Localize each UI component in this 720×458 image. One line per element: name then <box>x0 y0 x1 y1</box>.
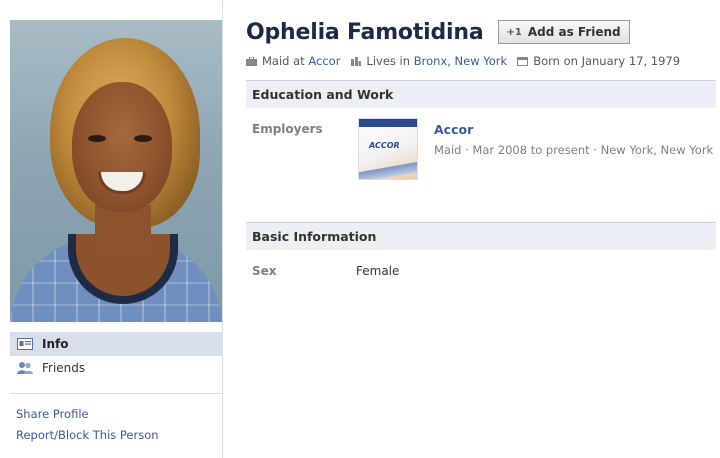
work-place-link[interactable]: Accor <box>308 54 340 68</box>
add-friend-label: Add as Friend <box>527 25 621 39</box>
employers-label: Employers <box>252 122 323 136</box>
employer-detail: Maid · Mar 2008 to present · New York, N… <box>434 143 714 157</box>
logo-band <box>359 119 417 127</box>
nav-item-label: Friends <box>42 361 86 375</box>
house-icon <box>351 56 362 66</box>
basic-info-header: Basic Information <box>246 222 716 250</box>
sex-label: Sex <box>252 264 277 278</box>
sex-row: Sex Female <box>246 250 716 284</box>
profile-photo[interactable] <box>10 20 222 322</box>
work-info: Maid at Accor <box>246 54 340 68</box>
profile-meta: Maid at Accor Lives in Bronx, New York B… <box>246 52 716 70</box>
briefcase-icon <box>246 56 257 66</box>
nav-item-friends[interactable]: Friends <box>10 356 222 380</box>
work-prefix: Maid at <box>262 54 305 68</box>
profile-name: Ophelia Famotidina <box>246 19 484 45</box>
employer-name-link[interactable]: Accor <box>434 122 473 137</box>
lives-city-link[interactable]: Bronx <box>414 54 448 68</box>
accor-logo[interactable]: ACCOR <box>358 118 418 180</box>
report-block-link[interactable]: Report/Block This Person <box>10 425 222 446</box>
lives-state-link[interactable]: New York <box>455 54 508 68</box>
share-profile-link[interactable]: Share Profile <box>10 404 222 425</box>
nav-item-label: Info <box>42 337 69 351</box>
lives-info: Lives in Bronx, New York <box>350 54 507 68</box>
lives-separator: , <box>447 54 451 68</box>
name-row: Ophelia Famotidina +1 Add as Friend <box>246 16 716 48</box>
photo-eye-left <box>88 135 106 142</box>
add-friend-plus-icon: +1 <box>506 26 522 38</box>
employers-row: Employers ACCOR Accor Maid · Mar 2008 to… <box>246 108 716 222</box>
left-column: Info Friends Share Profile Report/Block … <box>10 0 223 458</box>
born-text: Born on January 17, 1979 <box>533 54 681 68</box>
education-work-header: Education and Work <box>246 80 716 108</box>
calendar-icon <box>517 56 529 66</box>
sex-value: Female <box>356 264 400 278</box>
profile-nav: Info Friends Share Profile Report/Block … <box>10 332 222 446</box>
photo-eye-right <box>134 135 152 142</box>
profile-main: Ophelia Famotidina +1 Add as Friend Maid… <box>246 16 716 284</box>
photo-neck <box>95 205 151 255</box>
nav-item-info[interactable]: Info <box>10 332 222 356</box>
nav-divider <box>10 393 222 394</box>
add-friend-button[interactable]: +1 Add as Friend <box>497 20 630 44</box>
logo-swoosh <box>359 159 417 179</box>
lives-prefix: Lives in <box>366 54 411 68</box>
friends-icon <box>16 361 34 375</box>
info-icon <box>16 337 34 351</box>
birthday-info: Born on January 17, 1979 <box>517 54 680 68</box>
logo-text: ACCOR <box>369 141 400 150</box>
